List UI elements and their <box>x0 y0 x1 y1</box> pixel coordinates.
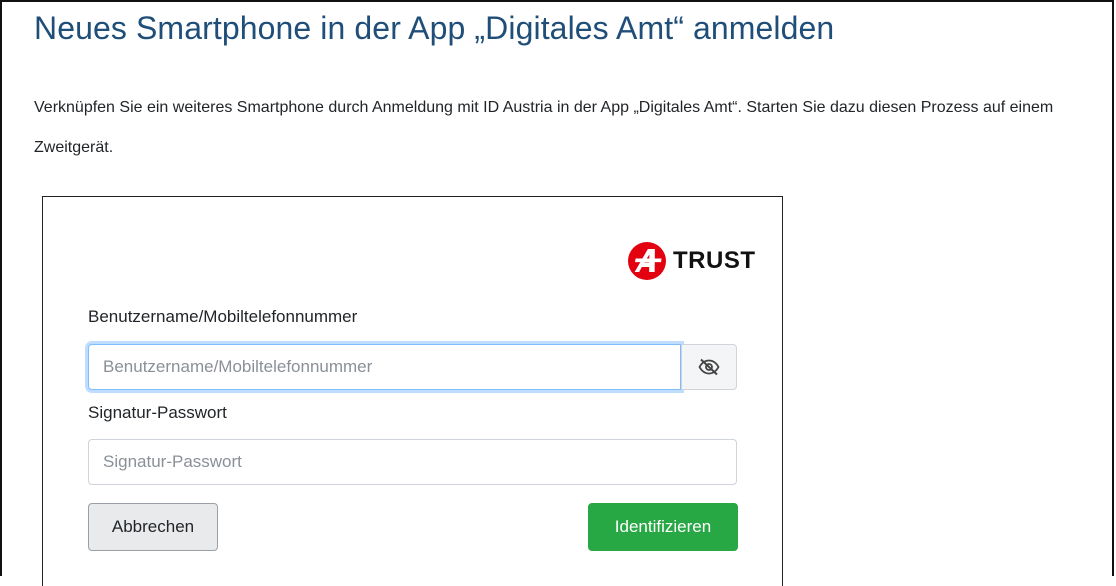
a-trust-logo: TRUST <box>627 241 756 281</box>
intro-text: Verknüpfen Sie ein weiteres Smartphone d… <box>34 99 1054 156</box>
logo-text: TRUST <box>673 247 756 274</box>
username-label: Benutzername/Mobiltelefonnummer <box>88 307 358 326</box>
username-input[interactable] <box>88 344 681 390</box>
eye-slash-icon <box>698 358 720 376</box>
login-card: TRUST Benutzername/Mobiltelefonnummer Si… <box>42 196 783 586</box>
cancel-button[interactable]: Abbrechen <box>88 503 218 551</box>
password-input[interactable] <box>88 439 737 485</box>
password-label: Signatur-Passwort <box>88 403 227 422</box>
identify-button[interactable]: Identifizieren <box>588 503 738 551</box>
page-title: Neues Smartphone in der App „Digitales A… <box>34 10 835 46</box>
password-visibility-toggle[interactable] <box>681 344 737 390</box>
a-trust-logo-icon <box>628 242 666 280</box>
